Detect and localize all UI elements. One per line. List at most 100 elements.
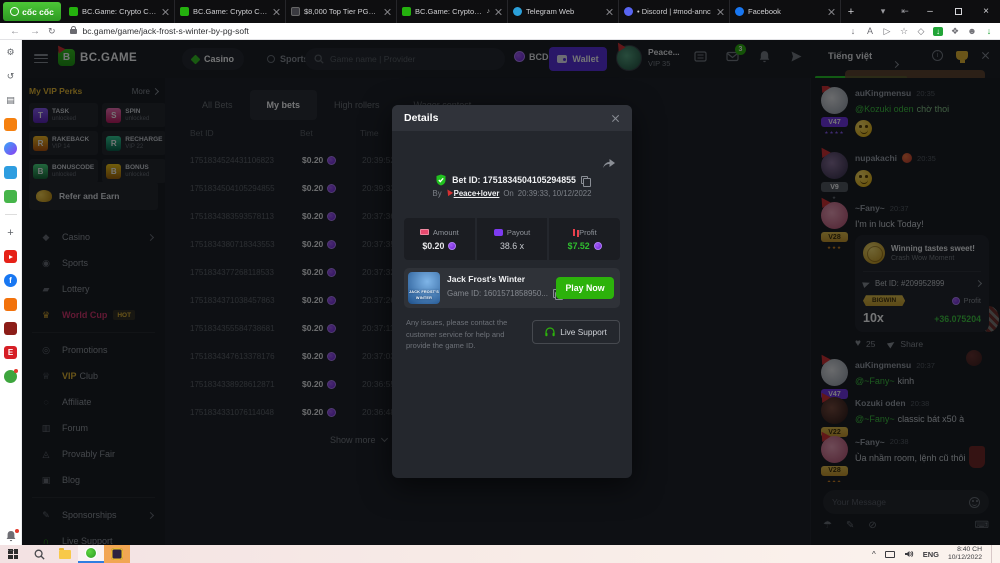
payout-value: 38.6 x: [500, 241, 524, 251]
bet-stats: Amount $0.20 Payout 38.6 x Profit $7.52: [404, 218, 620, 260]
notifications-bell-icon[interactable]: [5, 530, 17, 542]
tab-favicon: [402, 7, 411, 16]
browser-tabbar: cốc cốc BC.Game: Crypto Casino BC.Game: …: [0, 0, 1000, 23]
modal-title: Details: [404, 112, 438, 124]
side-strip-icon[interactable]: [5, 214, 17, 215]
close-window-button[interactable]: ×: [972, 0, 1000, 23]
minimize-button[interactable]: –: [916, 0, 944, 23]
tab-close-icon[interactable]: [161, 8, 169, 16]
side-strip-icon[interactable]: [4, 118, 17, 131]
tab-close-icon[interactable]: [494, 8, 502, 16]
clock[interactable]: 8:40 CH 10/12/2022: [948, 546, 982, 563]
addressbar-icon[interactable]: ↓: [848, 26, 858, 36]
tray-expand-icon[interactable]: ^: [872, 550, 876, 559]
browser-tab[interactable]: Facebook: [730, 0, 841, 23]
tab-close-icon[interactable]: [605, 8, 613, 16]
tab-title: BC.Game: Crypto Casino: [82, 7, 157, 16]
addressbar-icon[interactable]: ↓: [984, 26, 994, 36]
addressbar-icon[interactable]: ❖: [950, 26, 960, 37]
browser-tab[interactable]: BC.Game: Crypto Casino: [64, 0, 175, 23]
modal-header: Details: [392, 105, 632, 131]
show-desktop-button[interactable]: [991, 545, 994, 563]
tab-audio-icon[interactable]: ♪: [487, 8, 491, 15]
side-strip-icon[interactable]: [4, 370, 17, 383]
language-indicator[interactable]: ENG: [923, 550, 939, 559]
tab-close-icon[interactable]: [272, 8, 280, 16]
file-explorer-icon[interactable]: [52, 545, 78, 563]
tab-list-icon[interactable]: ⇤: [894, 6, 916, 17]
browser-tab[interactable]: • Discord | #mod-annc: [619, 0, 730, 23]
volume-icon[interactable]: [904, 549, 914, 559]
new-tab-button[interactable]: +: [841, 6, 861, 18]
url-text[interactable]: bc.game/game/jack-frost-s-winter-by-pg-s…: [83, 26, 249, 36]
forward-icon[interactable]: →: [30, 26, 40, 37]
addressbar-icon[interactable]: ☆: [899, 26, 909, 37]
browser-tab[interactable]: BC.Game: Crypto Casino: [175, 0, 286, 23]
side-strip-icon[interactable]: f: [4, 274, 17, 287]
network-icon[interactable]: [885, 551, 895, 558]
modal-close-icon[interactable]: [611, 114, 620, 123]
addressbar-icon[interactable]: ↓: [933, 27, 943, 36]
side-strip-icon[interactable]: [4, 190, 17, 203]
side-strip-icon[interactable]: [4, 322, 17, 335]
tab-close-icon[interactable]: [716, 8, 724, 16]
bet-id-value: Bet ID: 1751834504105294855: [452, 175, 576, 185]
bet-id-row: Bet ID: 1751834504105294855: [392, 174, 632, 186]
reload-icon[interactable]: ↻: [48, 26, 56, 37]
back-icon[interactable]: ←: [10, 26, 20, 37]
support-note: Any issues, please contact the customer …: [406, 317, 528, 352]
play-now-button[interactable]: Play Now: [556, 277, 614, 299]
window-controls: ▾ ⇤ – ×: [872, 0, 1000, 23]
taskbar-search-icon[interactable]: [26, 545, 52, 563]
tab-favicon: [180, 7, 189, 16]
bettor-username[interactable]: Peace+lover: [446, 189, 500, 198]
headphones-icon: [545, 327, 555, 337]
tab-close-icon[interactable]: [827, 8, 835, 16]
game-title: Jack Frost's Winter: [447, 274, 525, 284]
side-strip-icon[interactable]: +: [4, 226, 17, 239]
side-strip-icon[interactable]: E: [4, 346, 17, 359]
bcd-coin-icon: [448, 242, 456, 250]
amount-value: $0.20: [422, 241, 444, 251]
side-strip-icon[interactable]: [4, 250, 17, 263]
amount-stat: Amount $0.20: [404, 218, 475, 260]
coc-coc-icon: [10, 7, 19, 16]
side-strip-icon[interactable]: [4, 166, 17, 179]
tab-close-icon[interactable]: [383, 8, 391, 16]
taskbar-active-app-icon[interactable]: [104, 545, 130, 563]
addressbar-icon[interactable]: ◇: [916, 26, 926, 37]
share-bet-icon[interactable]: [602, 157, 616, 169]
browser-tab[interactable]: Telegram Web: [508, 0, 619, 23]
browser-side-strip: ⚙ ↺ ▤ + f E: [0, 40, 22, 545]
addressbar-icon[interactable]: ▷: [882, 26, 892, 37]
game-id-row: Game ID: 1601571858950...: [447, 289, 561, 298]
tab-title: $8,000 Top Tier PGSoft: M: [304, 7, 379, 16]
bcd-coin-icon: [594, 242, 602, 250]
tab-search-icon[interactable]: ▾: [872, 6, 894, 17]
ssl-lock-icon[interactable]: [70, 29, 77, 34]
browser-addressbar: ← → ↻ bc.game/game/jack-frost-s-winter-b…: [0, 23, 1000, 40]
addressbar-icons: ↓ A ▷ ☆ ◇ ↓ ❖ ☻ ↓: [848, 26, 994, 37]
side-strip-icon[interactable]: ⚙: [4, 46, 17, 59]
taskbar-coc-coc-icon[interactable]: [78, 545, 104, 563]
game-card: JACK FROST'SWINTER Jack Frost's Winter G…: [404, 268, 620, 308]
addressbar-icon[interactable]: A: [865, 26, 875, 36]
side-strip-icon[interactable]: ▤: [4, 94, 17, 107]
live-support-button[interactable]: Live Support: [532, 320, 620, 344]
tab-favicon: [291, 7, 300, 16]
side-strip-icon[interactable]: [4, 298, 17, 311]
bet-details-modal: Details Bet ID: 1751834504105294855 By P…: [392, 105, 632, 478]
coc-coc-logo[interactable]: cốc cốc: [3, 2, 61, 21]
side-strip-icon[interactable]: ↺: [4, 70, 17, 83]
browser-tab[interactable]: BC.Game: Crypto Ca ♪: [397, 0, 508, 23]
profit-icon: [573, 229, 576, 236]
maximize-button[interactable]: [944, 0, 972, 23]
game-thumbnail[interactable]: JACK FROST'SWINTER: [408, 272, 440, 304]
addressbar-icon[interactable]: ☻: [967, 26, 977, 36]
more-icon[interactable]: ⋯: [7, 546, 15, 555]
copy-icon[interactable]: [581, 176, 589, 185]
tab-title: Telegram Web: [526, 7, 601, 16]
side-strip-icon[interactable]: [4, 142, 17, 155]
tab-favicon: [69, 7, 78, 16]
browser-tab[interactable]: $8,000 Top Tier PGSoft: M: [286, 0, 397, 23]
